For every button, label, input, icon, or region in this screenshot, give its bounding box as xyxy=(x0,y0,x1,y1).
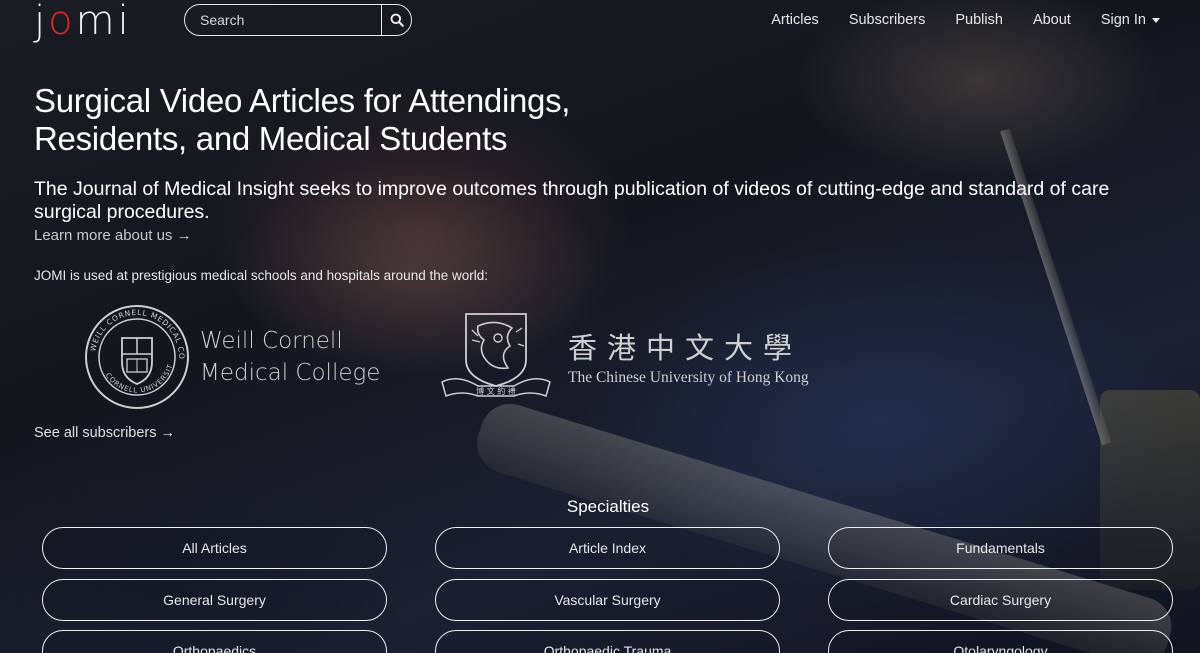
specialty-orthopaedics-button[interactable]: Orthopaedics xyxy=(42,630,387,653)
specialty-fundamentals-button[interactable]: Fundamentals xyxy=(828,527,1173,569)
nav-publish[interactable]: Publish xyxy=(955,12,1003,28)
specialties-heading: Specialties xyxy=(566,497,650,516)
specialty-all-articles-button[interactable]: All Articles xyxy=(42,527,387,569)
search-icon xyxy=(390,13,404,27)
cuhk-name: 香港中文大學 The Chinese University of Hong Ko… xyxy=(568,331,809,387)
specialty-article-index-button[interactable]: Article Index xyxy=(435,527,780,569)
cuhk-logo[interactable]: 博 文 約 禮 香港中文大學 The Chinese University of… xyxy=(438,310,809,402)
search-box xyxy=(184,4,412,36)
jomi-logo[interactable]: jomi xyxy=(34,0,132,42)
specialty-otolaryngology-button[interactable]: Otolaryngology xyxy=(828,630,1173,653)
hero-subtitle: The Journal of Medical Insight seeks to … xyxy=(34,178,1110,223)
weill-cornell-line1: Weill Cornell xyxy=(200,328,343,354)
hero-title-line2: Residents, and Medical Students xyxy=(34,120,508,157)
sign-in-label: Sign In xyxy=(1100,12,1146,28)
hero-title-line1: Surgical Video Articles for Attendings, xyxy=(34,82,571,119)
weill-cornell-logo[interactable]: WEILL CORNELL MEDICAL COLLEGE CORNELL UN… xyxy=(84,304,380,410)
weill-cornell-seal-icon: WEILL CORNELL MEDICAL COLLEGE CORNELL UN… xyxy=(84,304,189,409)
hero-title: Surgical Video Articles for Attendings, … xyxy=(34,82,674,158)
cuhk-phoenix-emblem-icon: 博 文 約 禮 xyxy=(441,313,551,397)
weill-cornell-name: Weill Cornell Medical College xyxy=(200,325,380,389)
nav-articles[interactable]: Articles xyxy=(771,12,819,28)
specialty-vascular-surgery-button[interactable]: Vascular Surgery xyxy=(435,579,780,621)
specialty-general-surgery-button[interactable]: General Surgery xyxy=(42,579,387,621)
see-all-subscribers-link[interactable]: See all subscribers → xyxy=(34,425,175,441)
specialty-cardiac-surgery-button[interactable]: Cardiac Surgery xyxy=(828,579,1173,621)
navbar: jomi Articles Subscribers Publish About … xyxy=(0,0,1200,44)
search-input[interactable] xyxy=(185,5,381,35)
svg-text:博 文 約 禮: 博 文 約 禮 xyxy=(476,386,516,396)
learn-more-link[interactable]: Learn more about us → xyxy=(34,227,192,244)
specialty-orthopaedic-trauma-button[interactable]: Orthopaedic Trauma xyxy=(435,630,780,653)
background-photo-rod xyxy=(1000,128,1112,446)
caret-down-icon xyxy=(1152,17,1160,23)
cuhk-chinese-name: 香港中文大學 xyxy=(568,331,803,365)
cuhk-english-name: The Chinese University of Hong Kong xyxy=(568,369,809,386)
sign-in-dropdown[interactable]: Sign In xyxy=(1101,12,1160,28)
nav-about[interactable]: About xyxy=(1033,12,1071,28)
nav-links: Articles Subscribers Publish About Sign … xyxy=(741,12,1160,28)
nav-subscribers[interactable]: Subscribers xyxy=(849,12,926,28)
used-at-text: JOMI is used at prestigious medical scho… xyxy=(34,268,488,283)
weill-cornell-line2: Medical College xyxy=(200,360,381,386)
search-button[interactable] xyxy=(381,5,411,35)
